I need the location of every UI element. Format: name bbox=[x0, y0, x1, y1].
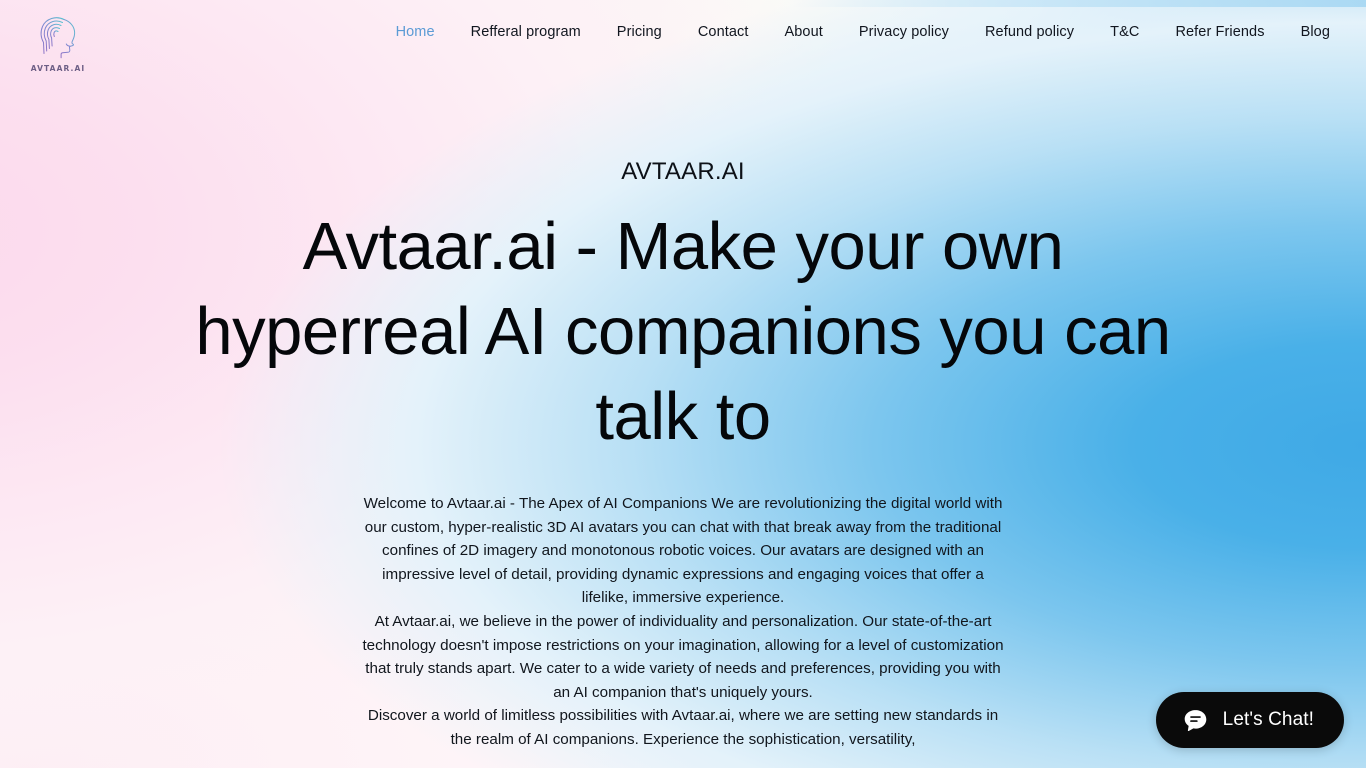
brand-logo[interactable]: AVTAAR.AI bbox=[29, 13, 87, 73]
site-header: AVTAAR.AI Home Refferal program Pricing … bbox=[0, 0, 1366, 96]
page-root: AVTAAR.AI Home Refferal program Pricing … bbox=[0, 0, 1366, 768]
nav-item-privacy-policy[interactable]: Privacy policy bbox=[841, 24, 967, 40]
nav-item-refund-policy[interactable]: Refund policy bbox=[967, 24, 1092, 40]
live-chat-label: Let's Chat! bbox=[1222, 709, 1314, 730]
hero-paragraph-2: At Avtaar.ai, we believe in the power of… bbox=[362, 612, 1004, 701]
brand-logo-text: AVTAAR.AI bbox=[30, 64, 86, 73]
nav-item-refferal-program[interactable]: Refferal program bbox=[453, 24, 599, 40]
nav-item-pricing[interactable]: Pricing bbox=[599, 24, 680, 40]
nav-item-contact[interactable]: Contact bbox=[680, 24, 767, 40]
nav-item-about[interactable]: About bbox=[767, 24, 841, 40]
main-navigation: Home Refferal program Pricing Contact Ab… bbox=[378, 0, 1366, 40]
hero-section: AVTAAR.AI Avtaar.ai - Make your own hype… bbox=[0, 158, 1366, 752]
nav-item-blog[interactable]: Blog bbox=[1283, 24, 1348, 40]
page-title: Avtaar.ai - Make your own hyperreal AI c… bbox=[195, 209, 1171, 454]
head-profile-logo-icon bbox=[40, 17, 76, 59]
nav-item-tandc[interactable]: T&C bbox=[1092, 24, 1157, 40]
hero-body-copy: Welcome to Avtaar.ai - The Apex of AI Co… bbox=[359, 492, 1007, 752]
hero-eyebrow: AVTAAR.AI bbox=[621, 158, 745, 185]
chat-bubble-icon bbox=[1184, 709, 1206, 731]
nav-item-home[interactable]: Home bbox=[378, 24, 453, 40]
nav-item-refer-friends[interactable]: Refer Friends bbox=[1157, 24, 1282, 40]
hero-paragraph-1: Welcome to Avtaar.ai - The Apex of AI Co… bbox=[363, 495, 1003, 607]
hero-paragraph-3: Discover a world of limitless possibilit… bbox=[367, 707, 999, 748]
live-chat-button[interactable]: Let's Chat! bbox=[1155, 692, 1344, 748]
